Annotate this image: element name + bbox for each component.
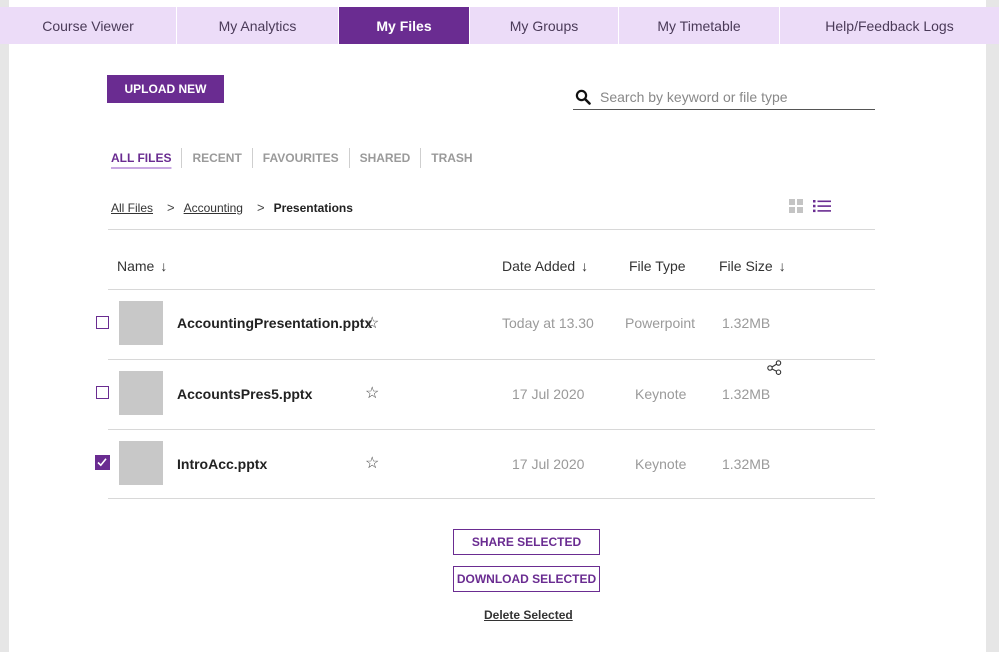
row-checkbox[interactable] [96,316,109,329]
file-type: Keynote [635,456,687,472]
divider [108,429,875,430]
file-type: Powerpoint [625,315,696,331]
column-header-date-added[interactable]: Date Added ↓ [502,258,588,274]
date-added: 17 Jul 2020 [512,456,585,472]
favourite-star-icon[interactable]: ☆ [365,313,379,333]
favourite-star-icon[interactable]: ☆ [365,383,379,403]
column-header-size-label: File Size [719,258,773,274]
tab-favourites[interactable]: FAVOURITES [251,148,349,168]
column-header-file-size[interactable]: File Size ↓ [719,258,786,274]
divider [108,498,875,499]
nav-tab-course-viewer[interactable]: Course Viewer [0,7,177,44]
divider [108,289,875,290]
breadcrumb-separator: > [256,200,265,215]
sort-arrow-icon: ↓ [581,258,589,274]
breadcrumb-accounting[interactable]: Accounting [184,201,243,215]
column-header-type-label: File Type [629,258,686,274]
column-header-date-label: Date Added [502,258,576,274]
nav-tab-my-timetable[interactable]: My Timetable [619,7,780,44]
breadcrumb: All Files > Accounting > Presentations [111,200,353,215]
file-type: Keynote [635,386,687,402]
search-input[interactable] [600,88,860,105]
file-size: 1.32MB [722,386,771,402]
nav-tab-help-feedback[interactable]: Help/Feedback Logs [780,7,999,44]
file-name[interactable]: AccountingPresentation.pptx [177,315,372,331]
nav-tab-my-files[interactable]: My Files [339,7,470,44]
upload-new-button[interactable]: UPLOAD NEW [107,75,224,103]
share-selected-button[interactable]: SHARE SELECTED [453,529,600,555]
tab-shared[interactable]: SHARED [348,148,421,168]
file-filter-tabs: ALL FILES RECENT FAVOURITES SHARED TRASH [111,148,483,168]
tab-all-files[interactable]: ALL FILES [111,148,181,168]
breadcrumb-current: Presentations [273,200,353,215]
file-size: 1.32MB [722,315,771,331]
tab-trash[interactable]: TRASH [420,148,482,168]
delete-selected-link[interactable]: Delete Selected [484,608,573,622]
checkmark-icon [97,458,107,467]
column-header-name[interactable]: Name ↓ [117,258,167,274]
row-checkbox[interactable] [96,386,109,399]
list-view-icon[interactable] [813,199,831,213]
top-navigation: Course Viewer My Analytics My Files My G… [0,7,999,44]
nav-tab-my-analytics[interactable]: My Analytics [177,7,339,44]
breadcrumb-separator: > [167,200,175,215]
row-checkbox-checked[interactable] [95,455,110,470]
search-icon[interactable] [575,89,591,105]
divider [108,359,875,360]
file-thumbnail [119,301,163,345]
divider [108,229,875,230]
date-added: 17 Jul 2020 [512,386,585,402]
file-name[interactable]: AccountsPres5.pptx [177,386,312,402]
sort-arrow-icon: ↓ [160,258,168,274]
date-added: Today at 13.30 [502,315,594,331]
file-thumbnail [119,441,163,485]
file-name[interactable]: IntroAcc.pptx [177,456,267,472]
tab-recent[interactable]: RECENT [181,148,251,168]
breadcrumb-all-files[interactable]: All Files [111,201,153,215]
column-header-name-label: Name [117,258,155,274]
file-thumbnail [119,371,163,415]
favourite-star-icon[interactable]: ☆ [365,453,379,473]
grid-view-icon[interactable] [789,199,803,213]
search-bar [573,84,875,110]
view-toggle [789,199,831,213]
nav-tab-my-groups[interactable]: My Groups [470,7,619,44]
download-selected-button[interactable]: DOWNLOAD SELECTED [453,566,600,592]
column-header-file-type[interactable]: File Type [629,258,686,274]
sort-arrow-icon: ↓ [778,258,786,274]
file-size: 1.32MB [722,456,771,472]
share-icon[interactable] [767,360,782,375]
